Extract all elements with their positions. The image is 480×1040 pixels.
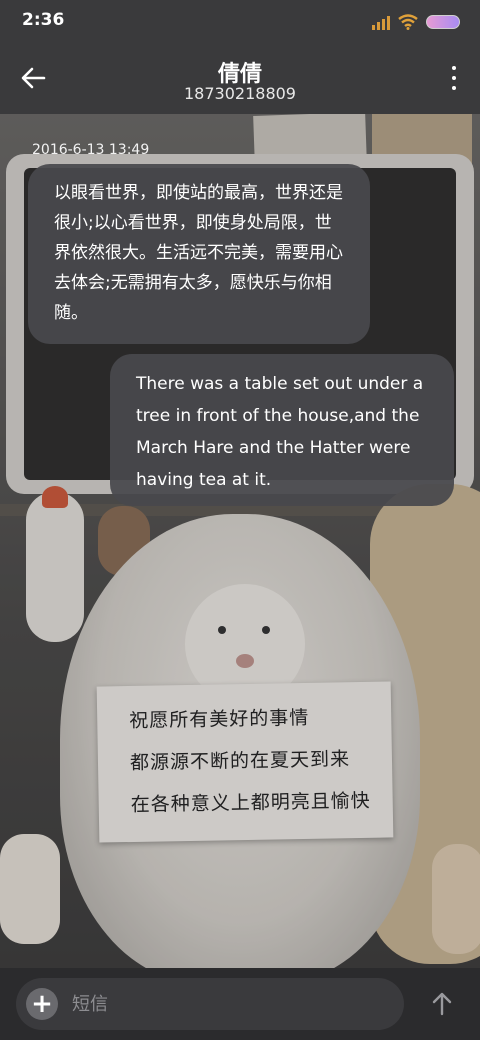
send-arrow-up-icon[interactable] [428,990,456,1018]
status-bar: 2:36 [0,0,480,44]
message-text: There was a table set out under a tree i… [136,374,424,490]
status-time: 2:36 [22,10,65,30]
wifi-icon [398,14,418,30]
conversation-header: 倩倩 18730218809 [0,44,480,114]
plus-icon[interactable]: + [26,988,58,1020]
message-text: 以眼看世界，即使站的最高，世界还是很小;以心看世界，即使身处局限，世界依然很大。… [54,183,343,323]
signal-icon [372,14,390,30]
outgoing-message-bubble[interactable]: There was a table set out under a tree i… [110,354,454,506]
battery-icon [426,15,460,29]
message-timestamp: 2016-6-13 13:49 [32,142,150,158]
contact-phone-number: 18730218809 [184,84,296,103]
more-vertical-icon[interactable] [450,66,458,90]
status-icons [372,12,460,32]
incoming-message-bubble[interactable]: 以眼看世界，即使站的最高，世界还是很小;以心看世界，即使身处局限，世界依然很大。… [28,164,370,344]
message-input[interactable] [72,990,372,1018]
